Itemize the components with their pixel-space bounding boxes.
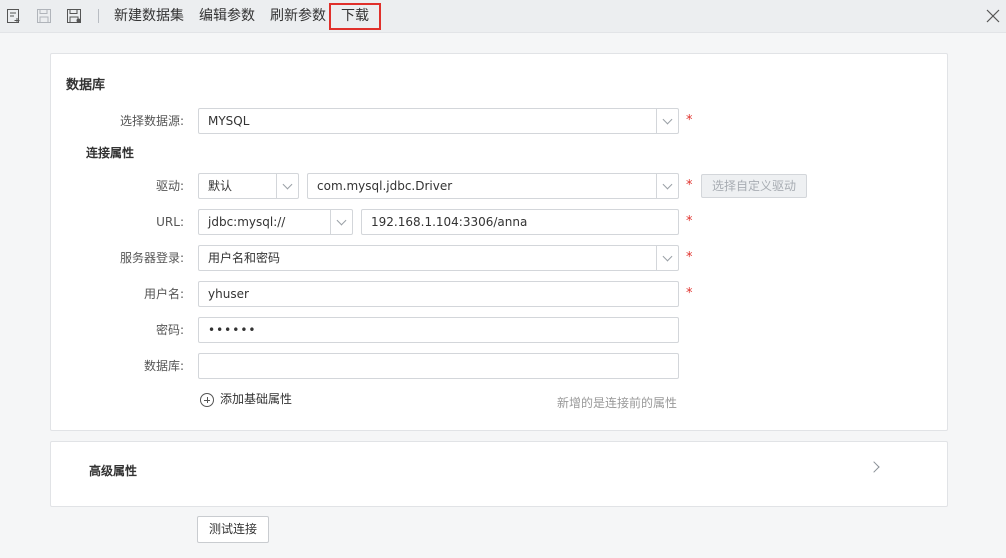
username-label: 用户名: bbox=[143, 287, 184, 301]
password-input[interactable]: •••••• bbox=[198, 317, 679, 343]
refresh-params-button[interactable]: 刷新参数 bbox=[270, 6, 326, 26]
add-property-label: 添加基础属性 bbox=[220, 392, 293, 406]
toolbar: 新建数据集 编辑参数 刷新参数 下载 bbox=[0, 0, 1006, 33]
username-value: yhuser bbox=[208, 287, 249, 301]
required-mark: * bbox=[686, 250, 693, 265]
save-as-icon[interactable] bbox=[66, 8, 82, 24]
datasource-value: MYSQL bbox=[208, 114, 250, 128]
advanced-section-title: 高级属性 bbox=[89, 464, 138, 478]
new-dataset-icon[interactable] bbox=[6, 8, 22, 24]
url-prefix-select[interactable]: jdbc:mysql:// bbox=[198, 209, 353, 235]
database-input[interactable] bbox=[198, 353, 679, 379]
chevron-right-icon[interactable] bbox=[868, 461, 880, 473]
url-value: 192.168.1.104:3306/anna bbox=[371, 215, 528, 229]
edit-params-button[interactable]: 编辑参数 bbox=[199, 6, 255, 26]
username-input[interactable]: yhuser bbox=[198, 281, 679, 307]
required-mark: * bbox=[686, 286, 693, 301]
add-property-button[interactable]: 添加基础属性 bbox=[200, 390, 292, 408]
toolbar-separator bbox=[98, 9, 99, 23]
required-mark: * bbox=[686, 178, 693, 193]
driver-label: 驱动: bbox=[155, 179, 184, 193]
login-select[interactable]: 用户名和密码 bbox=[198, 245, 679, 271]
database-label: 数据库: bbox=[143, 359, 184, 373]
new-dataset-button[interactable]: 新建数据集 bbox=[114, 6, 184, 26]
test-connection-button[interactable]: 测试连接 bbox=[197, 516, 270, 543]
chevron-down-icon[interactable] bbox=[656, 109, 678, 133]
driver-class-value: com.mysql.jdbc.Driver bbox=[317, 179, 453, 193]
password-value: •••••• bbox=[208, 323, 257, 337]
save-icon[interactable] bbox=[36, 8, 52, 24]
required-mark: * bbox=[686, 214, 693, 229]
plus-circle-icon bbox=[200, 392, 214, 407]
required-mark: * bbox=[686, 113, 693, 128]
login-label: 服务器登录: bbox=[119, 251, 184, 265]
chevron-down-icon[interactable] bbox=[656, 246, 678, 270]
chevron-down-icon[interactable] bbox=[276, 174, 298, 198]
driver-class-select[interactable]: com.mysql.jdbc.Driver bbox=[307, 173, 679, 199]
chevron-down-icon[interactable] bbox=[330, 210, 352, 234]
url-input[interactable]: 192.168.1.104:3306/anna bbox=[361, 209, 679, 235]
connection-section-title: 连接属性 bbox=[86, 146, 135, 160]
database-section-title: 数据库 bbox=[66, 78, 106, 93]
url-prefix-value: jdbc:mysql:// bbox=[208, 215, 286, 229]
driver-mode-value: 默认 bbox=[208, 179, 233, 193]
password-label: 密码: bbox=[155, 323, 184, 337]
database-panel: 数据库 选择数据源: MYSQL * 连接属性 驱动: 默认 com.mysql… bbox=[50, 53, 948, 431]
download-button[interactable]: 下载 bbox=[329, 3, 381, 30]
advanced-panel[interactable]: 高级属性 bbox=[50, 441, 948, 507]
custom-driver-button[interactable]: 选择自定义驱动 bbox=[701, 174, 808, 198]
close-icon[interactable] bbox=[985, 8, 1001, 24]
driver-mode-select[interactable]: 默认 bbox=[198, 173, 299, 199]
datasource-select[interactable]: MYSQL bbox=[198, 108, 679, 134]
add-property-hint: 新增的是连接前的属性 bbox=[556, 396, 677, 410]
login-value: 用户名和密码 bbox=[208, 251, 281, 265]
datasource-label: 选择数据源: bbox=[119, 114, 184, 128]
url-label: URL: bbox=[156, 215, 184, 229]
chevron-down-icon[interactable] bbox=[656, 174, 678, 198]
